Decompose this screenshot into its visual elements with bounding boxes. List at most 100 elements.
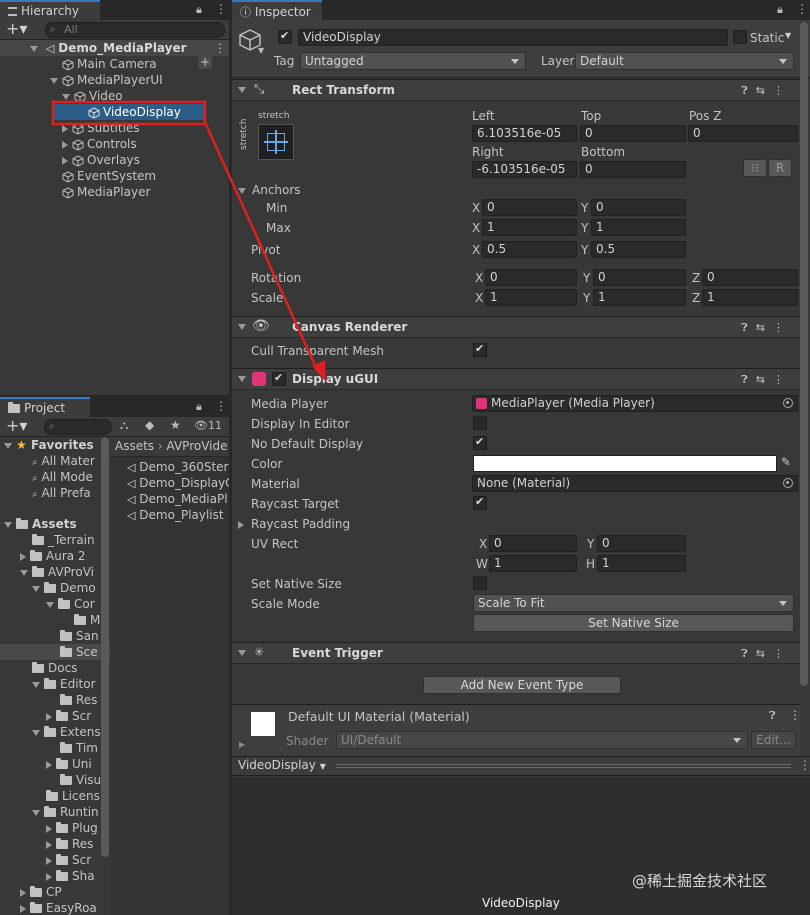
tree-item[interactable]: Extens [32, 724, 101, 740]
static-checkbox[interactable] [733, 30, 747, 44]
uv-y-field[interactable]: 0 [597, 535, 686, 552]
chevron-down-icon[interactable] [4, 442, 12, 449]
rotation-z-field[interactable]: 0 [702, 269, 798, 286]
preset-icon[interactable]: ⇆ [756, 321, 773, 334]
chevron-down-icon[interactable] [238, 187, 246, 194]
chevron-down-icon[interactable] [30, 45, 38, 52]
hierarchy-item-eventsystem[interactable]: EventSystem [62, 168, 156, 184]
eyedropper-icon[interactable]: ✎ [781, 455, 791, 469]
chevron-down-icon[interactable] [62, 93, 70, 100]
blueprint-mode-button[interactable]: ⁝⁝ [743, 159, 767, 177]
hierarchy-search-input[interactable]: ⌕ All [45, 22, 225, 38]
scale-z-field[interactable]: 1 [702, 289, 798, 306]
anchor-max-x-field[interactable]: 1 [482, 219, 577, 236]
add-child-icon[interactable]: + [198, 55, 212, 69]
filter-label-icon[interactable]: ◆ [145, 418, 154, 432]
tree-item[interactable]: Docs [32, 660, 77, 676]
tree-scrollbar[interactable] [101, 437, 109, 857]
set-native-size-checkbox[interactable] [473, 576, 487, 590]
lock-icon[interactable]: 🔒︎ [777, 3, 783, 17]
tree-item[interactable]: Scr [46, 708, 91, 724]
layer-dropdown[interactable]: Default [575, 52, 794, 70]
posz-field[interactable]: 0 [688, 125, 798, 142]
add-new-event-type-button[interactable]: Add New Event Type [423, 676, 621, 694]
hidden-packages-icon[interactable]: 👁︎11 [194, 419, 222, 432]
tree-item[interactable]: Editor [32, 676, 96, 692]
more-options-icon[interactable]: ⋮ [796, 2, 808, 16]
chevron-right-icon[interactable] [20, 552, 26, 561]
component-menu-icon[interactable]: ⋮ [789, 708, 801, 722]
chevron-down-icon[interactable] [238, 650, 246, 656]
left-field[interactable]: 6.103516e-05 [472, 125, 577, 142]
chevron-down-icon[interactable] [4, 521, 12, 528]
chevron-right-icon[interactable] [20, 904, 26, 913]
help-icon[interactable]: ❓︎ [769, 709, 776, 723]
scene-menu-icon[interactable]: ⋮ [214, 40, 226, 56]
scale-x-field[interactable]: 1 [485, 289, 577, 306]
rect-transform-header[interactable]: ⤡ Rect Transform ❓︎⇆⋮ [232, 79, 800, 101]
more-options-icon[interactable]: ⋮ [215, 2, 227, 16]
preview-splitter[interactable] [336, 764, 791, 768]
help-icon[interactable]: ❓︎ [741, 373, 756, 386]
more-options-icon[interactable]: ⋮ [799, 758, 810, 772]
more-options-icon[interactable]: ⋮ [215, 399, 227, 413]
chevron-down-icon[interactable] [238, 324, 246, 330]
shader-dropdown[interactable]: UI/Default [336, 731, 748, 749]
hierarchy-item-videodisplay[interactable]: VideoDisplay [54, 104, 204, 120]
no-default-display-checkbox[interactable] [473, 435, 487, 450]
help-icon[interactable]: ❓︎ [741, 321, 756, 334]
tree-item[interactable]: Aura 2 [20, 548, 86, 564]
tree-item[interactable]: Licens [46, 788, 100, 804]
preset-icon[interactable]: ⇆ [756, 84, 773, 97]
tree-item[interactable]: Demo [32, 580, 96, 596]
add-icon[interactable]: +▾ [6, 416, 27, 435]
rotation-y-field[interactable]: 0 [593, 269, 686, 286]
lock-icon[interactable]: 🔒︎ [196, 3, 202, 17]
raycast-padding-label[interactable]: Raycast Padding [238, 516, 350, 532]
chevron-right-icon[interactable] [62, 140, 68, 149]
component-menu-icon[interactable]: ⋮ [773, 84, 792, 97]
preset-icon[interactable]: ⇆ [756, 647, 773, 660]
chevron-right-icon[interactable] [46, 712, 52, 721]
tag-dropdown[interactable]: Untagged [300, 52, 526, 70]
chevron-right-icon[interactable] [20, 888, 26, 897]
chevron-right-icon[interactable] [238, 520, 244, 529]
preview-dropdown[interactable]: VideoDisplay ▼ [238, 758, 326, 772]
anchors-label[interactable]: Anchors [238, 182, 301, 198]
color-field[interactable] [473, 455, 777, 472]
chevron-right-icon[interactable] [46, 824, 52, 833]
chevron-right-icon[interactable] [62, 156, 68, 165]
shader-edit-button[interactable]: Edit... [751, 731, 796, 749]
chevron-down-icon[interactable] [238, 87, 246, 93]
favorite-item[interactable]: ⌕ All Mode [32, 469, 93, 485]
chevron-right-icon[interactable]: ▶ [239, 740, 245, 749]
chevron-down-icon[interactable]: ▼ [258, 46, 264, 55]
tree-item[interactable]: CP [20, 884, 62, 900]
static-label[interactable]: Static [750, 30, 784, 46]
hierarchy-item-overlays[interactable]: Overlays [62, 152, 140, 168]
project-search-input[interactable]: ⌕ [44, 419, 112, 435]
chevron-down-icon[interactable] [20, 569, 28, 576]
scene-file[interactable]: ◁ Demo_MediaPl [127, 491, 228, 507]
uv-w-field[interactable]: 1 [489, 555, 577, 572]
tree-item[interactable]: Visu [60, 772, 101, 788]
uv-x-field[interactable]: 0 [489, 535, 577, 552]
favorite-item[interactable]: ⌕ All Prefa [32, 485, 91, 501]
tree-item[interactable]: M [74, 612, 100, 628]
anchor-min-y-field[interactable]: 0 [591, 199, 686, 216]
favorites-header[interactable]: ★ Favorites [4, 437, 94, 453]
set-native-size-button[interactable]: Set Native Size [473, 614, 794, 632]
tree-item[interactable]: Tim [60, 740, 98, 756]
favorite-item[interactable]: ⌕ All Mater [32, 453, 95, 469]
inspector-scrollbar[interactable] [800, 22, 808, 686]
bottom-field[interactable]: 0 [580, 161, 686, 178]
hierarchy-item-subtitles[interactable]: Subtitles [62, 120, 140, 136]
uv-h-field[interactable]: 1 [597, 555, 686, 572]
component-enabled-checkbox[interactable] [272, 371, 286, 386]
assets-header[interactable]: Assets [4, 516, 77, 532]
canvas-renderer-header[interactable]: 👁︎ Canvas Renderer ❓︎⇆⋮ [232, 316, 800, 338]
chevron-down-icon[interactable] [238, 376, 246, 382]
chevron-down-icon[interactable] [32, 681, 40, 688]
favorite-star-icon[interactable]: ★ [170, 418, 181, 432]
chevron-right-icon[interactable] [46, 872, 52, 881]
